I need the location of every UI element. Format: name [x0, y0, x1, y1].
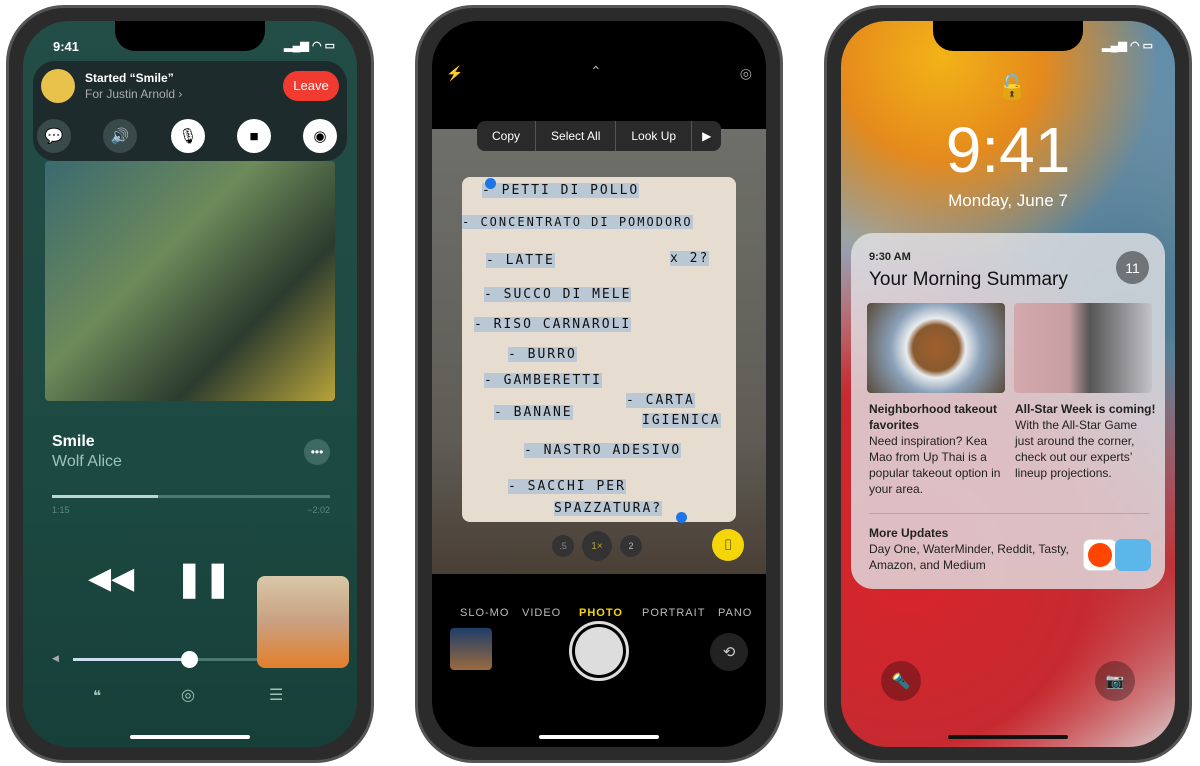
speaker-icon[interactable]: 🔊	[103, 119, 137, 153]
queue-icon[interactable]: ☰	[269, 685, 283, 705]
app-icons-stack	[1115, 539, 1151, 571]
shutter-button[interactable]	[569, 621, 629, 681]
video-camera-icon[interactable]: ■	[237, 119, 271, 153]
look-up-button[interactable]: Look Up	[616, 121, 693, 151]
zoom-2x-button[interactable]: 2	[620, 535, 642, 557]
chevron-up-icon[interactable]: ⌃	[590, 63, 602, 80]
mode-slo-mo[interactable]: SLO-MO	[460, 607, 509, 619]
progress-bar[interactable]	[52, 495, 330, 498]
live-text-icon[interactable]: ⌷	[712, 529, 744, 561]
rewind-icon[interactable]: ◀◀	[88, 561, 134, 596]
notification-count-badge[interactable]: 11	[1116, 251, 1149, 284]
pause-icon[interactable]: ❚❚	[175, 559, 232, 599]
more-updates-body: Day One, WaterMinder, Reddit, Tasty, Ama…	[869, 542, 1069, 572]
more-menu-arrow[interactable]: ▶	[692, 121, 721, 151]
track-title: Smile	[52, 433, 95, 450]
handwritten-note: - PETTI DI POLLO - CONCENTRATO DI POMODO…	[462, 177, 736, 522]
message-icon[interactable]: 💬	[37, 119, 71, 153]
shareplay-icon[interactable]: ◉	[303, 119, 337, 153]
facetime-pip-video[interactable]	[257, 576, 349, 668]
home-indicator	[948, 735, 1068, 739]
home-indicator	[539, 735, 659, 739]
track-artist: Wolf Alice	[52, 453, 122, 470]
lyrics-icon[interactable]: ❝	[93, 687, 101, 705]
microphone-icon[interactable]: 🎙	[171, 119, 205, 153]
status-time: 9:41	[53, 39, 80, 54]
zoom-1x-button[interactable]: 1×	[582, 531, 612, 561]
home-indicator	[130, 735, 250, 739]
lock-time: 9:41	[945, 114, 1071, 186]
notification-summary[interactable]: 9:30 AM Your Morning Summary 11 Neighbor…	[851, 233, 1165, 589]
zoom-half-button[interactable]: .5	[552, 535, 574, 557]
selection-handle-start[interactable]	[485, 178, 496, 189]
music-screen: 9:41 ▂▄▆ ◠ ▭ Started “Smile” For Justin …	[23, 21, 357, 747]
more-options-button[interactable]: •••	[304, 439, 330, 465]
switch-camera-icon[interactable]: ⟲	[710, 633, 748, 671]
album-art	[45, 161, 335, 401]
more-updates-title: More Updates	[869, 526, 949, 540]
status-icons: ▂▄▆ ◠ ▭	[1102, 40, 1153, 52]
volume-slider[interactable]	[73, 658, 263, 661]
phone-camera: ⚡ ⌃ ◎ - PETTI DI POLLO - CONCENTRATO DI …	[415, 5, 783, 763]
divider	[869, 513, 1149, 514]
text-edit-menu: Copy Select All Look Up ▶	[477, 121, 722, 151]
unlocked-padlock-icon: 🔓	[997, 74, 1027, 101]
volume-low-icon: ◀	[52, 653, 59, 663]
camera-icon[interactable]: 📷	[1095, 661, 1135, 701]
mode-portrait[interactable]: PORTRAIT	[642, 607, 705, 619]
status-icons: ▂▄▆ ◠ ▭	[284, 40, 335, 52]
mode-video[interactable]: VIDEO	[522, 607, 561, 619]
flashlight-icon[interactable]: 🔦	[881, 661, 921, 701]
avatar	[41, 69, 75, 103]
mode-photo[interactable]: PHOTO	[579, 607, 623, 619]
flash-icon[interactable]: ⚡	[446, 65, 463, 82]
lock-screen: ▂▄▆ ◠ ▭ 🔓 9:41 Monday, June 7 9:30 AM Yo…	[841, 21, 1175, 747]
photo-thumbnail[interactable]	[450, 628, 492, 670]
selection-handle-end[interactable]	[676, 512, 687, 523]
phone-music: 9:41 ▂▄▆ ◠ ▭ Started “Smile” For Justin …	[6, 5, 374, 763]
remaining-time: −2:02	[307, 505, 330, 515]
leave-button[interactable]: Leave	[283, 71, 339, 101]
elapsed-time: 1:15	[52, 505, 70, 515]
reddit-app-icon	[1083, 539, 1117, 571]
shareplay-subtitle[interactable]: For Justin Arnold ›	[85, 87, 182, 101]
shareplay-title: Started “Smile”	[85, 71, 174, 85]
select-all-button[interactable]: Select All	[536, 121, 617, 151]
takeout-story-image[interactable]	[867, 303, 1005, 393]
airplay-icon[interactable]: ◎	[181, 685, 195, 705]
copy-button[interactable]: Copy	[477, 121, 537, 151]
phone-lock-screen: ▂▄▆ ◠ ▭ 🔓 9:41 Monday, June 7 9:30 AM Yo…	[824, 5, 1192, 763]
summary-title: Your Morning Summary	[869, 269, 1068, 290]
volume-knob[interactable]	[181, 651, 198, 668]
live-photo-icon[interactable]: ◎	[740, 65, 752, 82]
story-takeout[interactable]: Neighborhood takeout favorites Need inspi…	[869, 401, 1009, 497]
lock-date: Monday, June 7	[948, 191, 1068, 210]
camera-screen: ⚡ ⌃ ◎ - PETTI DI POLLO - CONCENTRATO DI …	[432, 21, 766, 747]
notch	[524, 21, 674, 51]
notch	[115, 21, 265, 51]
story-allstar[interactable]: All-Star Week is coming! With the All-Sta…	[1015, 401, 1157, 481]
allstar-story-image[interactable]	[1014, 303, 1152, 393]
mode-pano[interactable]: PANO	[718, 607, 752, 619]
summary-time: 9:30 AM	[869, 251, 911, 263]
shareplay-banner: Started “Smile” For Justin Arnold › Leav…	[33, 61, 347, 161]
notch	[933, 21, 1083, 51]
